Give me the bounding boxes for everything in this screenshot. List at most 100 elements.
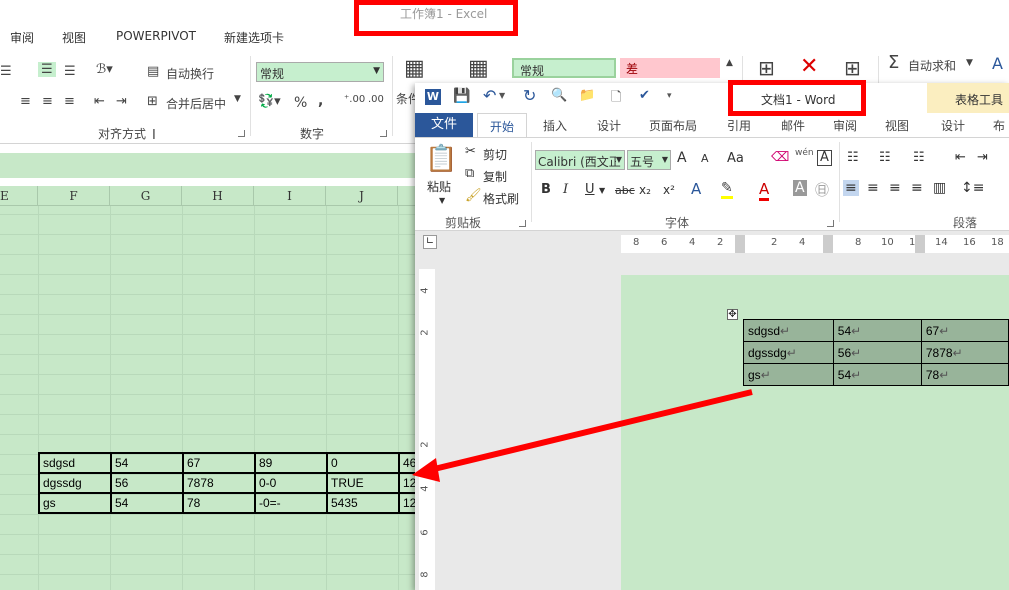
sort-filter-icon[interactable]: A: [992, 54, 1003, 73]
align-bottom-icon[interactable]: ☰: [64, 64, 76, 79]
align-right-icon[interactable]: ≡: [889, 180, 901, 196]
column-header-f[interactable]: F: [38, 186, 110, 206]
cell[interactable]: sdgsd: [38, 452, 112, 474]
align-center-icon[interactable]: ≡: [42, 94, 53, 109]
strikethrough-button[interactable]: abc: [615, 184, 635, 197]
column-header-j[interactable]: J: [326, 186, 398, 206]
cell[interactable]: 54↵: [832, 363, 922, 386]
ruler-column-marker[interactable]: [915, 235, 925, 253]
clipboard-dialog-launcher[interactable]: [519, 220, 526, 227]
cell[interactable]: -0=-: [254, 492, 328, 514]
line-spacing-icon[interactable]: ↕≡: [961, 180, 984, 196]
tab-home[interactable]: 开始: [477, 113, 528, 138]
cell[interactable]: 54: [110, 492, 184, 514]
align-center-icon[interactable]: ≡: [867, 180, 879, 196]
increase-indent-icon[interactable]: ⇥: [116, 94, 127, 109]
document-page[interactable]: ✥ sdgsd↵ 54↵ 67↵ dgssdg↵ 56↵ 7878↵ gs↵ 5…: [621, 275, 1009, 590]
decrease-indent-icon[interactable]: ⇤: [955, 150, 966, 165]
clear-formatting-icon[interactable]: ⌫: [771, 150, 789, 165]
percent-button[interactable]: %: [294, 95, 307, 111]
excel-tab-new[interactable]: 新建选项卡: [224, 29, 284, 46]
cell[interactable]: 67↵: [920, 319, 1009, 342]
tab-review[interactable]: 审阅: [833, 117, 857, 134]
cell[interactable]: gs: [38, 492, 112, 514]
multilevel-list-icon[interactable]: ☷: [913, 150, 925, 165]
cell[interactable]: 0: [326, 452, 400, 474]
column-header-i[interactable]: I: [254, 186, 326, 206]
enclose-char-icon[interactable]: ㊐: [815, 180, 829, 200]
open-icon[interactable]: 📁: [579, 88, 595, 103]
customize-toolbar-icon[interactable]: ▾: [667, 91, 672, 101]
undo-dropdown-icon[interactable]: ▼: [499, 91, 505, 100]
cell[interactable]: 0-0: [254, 472, 328, 494]
save-icon[interactable]: 💾: [453, 88, 470, 104]
style-normal[interactable]: 常规: [512, 58, 616, 78]
superscript-button[interactable]: x²: [663, 183, 675, 197]
autosum-icon[interactable]: Σ: [888, 52, 899, 73]
decrease-indent-icon[interactable]: ⇤: [94, 94, 105, 109]
italic-button[interactable]: I: [563, 182, 568, 197]
bold-button[interactable]: B: [541, 182, 551, 197]
wrap-text-button[interactable]: 自动换行: [166, 65, 214, 82]
cut-button[interactable]: 剪切: [483, 146, 507, 163]
increase-indent-icon[interactable]: ⇥: [977, 150, 988, 165]
align-right-icon[interactable]: ≡: [64, 94, 75, 109]
tab-table-design[interactable]: 设计: [941, 117, 965, 134]
ruler-indent-marker[interactable]: [735, 235, 745, 253]
paste-dropdown-icon[interactable]: ▼: [439, 196, 445, 205]
format-painter-button[interactable]: 格式刷: [483, 190, 519, 207]
underline-dropdown-icon[interactable]: ▼: [599, 186, 605, 195]
grow-font-button[interactable]: A: [677, 150, 687, 166]
font-name-select[interactable]: Calibri (西文正 ▼: [535, 150, 625, 170]
style-bad[interactable]: 差: [620, 58, 720, 78]
cell[interactable]: 7878: [182, 472, 256, 494]
cell[interactable]: 56: [110, 472, 184, 494]
delete-cells-icon[interactable]: ✕: [800, 54, 818, 79]
underline-button[interactable]: U: [585, 182, 595, 197]
worksheet-grid[interactable]: [0, 206, 420, 590]
align-top-icon[interactable]: ☰: [0, 64, 12, 79]
column-header-g[interactable]: G: [110, 186, 182, 206]
excel-tab-powerpivot[interactable]: POWERPIVOT: [116, 29, 196, 43]
char-border-button[interactable]: A: [817, 150, 832, 166]
number-dialog-launcher[interactable]: [380, 130, 387, 137]
align-middle-icon[interactable]: ☰: [38, 62, 56, 77]
cell[interactable]: 89: [254, 452, 328, 474]
currency-icon[interactable]: 💱▾: [258, 94, 281, 109]
numbering-icon[interactable]: ☷: [879, 150, 891, 165]
tab-view[interactable]: 视图: [885, 117, 909, 134]
cell[interactable]: 54↵: [832, 319, 922, 342]
styles-scroll-icon[interactable]: ▲: [726, 58, 733, 68]
cell[interactable]: 78: [182, 492, 256, 514]
redo-icon[interactable]: ↻: [523, 86, 536, 105]
number-format-select[interactable]: 常规 ▼: [256, 62, 384, 82]
justify-icon[interactable]: ≡: [911, 180, 923, 196]
cell[interactable]: 7878↵: [920, 341, 1009, 364]
text-effects-icon[interactable]: A: [691, 180, 701, 198]
change-case-button[interactable]: Aa: [727, 151, 744, 166]
cell[interactable]: dgssdg: [38, 472, 112, 494]
font-size-select[interactable]: 五号 ▼: [627, 150, 671, 170]
new-document-icon[interactable]: 🗋: [611, 88, 621, 110]
font-color-icon[interactable]: A: [759, 180, 770, 201]
print-preview-icon[interactable]: 🔍: [551, 88, 567, 103]
cell[interactable]: 67: [182, 452, 256, 474]
excel-tab-view[interactable]: 视图: [62, 29, 86, 46]
paste-button[interactable]: 粘贴: [427, 178, 451, 195]
cell[interactable]: 78↵: [920, 363, 1009, 386]
cell[interactable]: 56↵: [832, 341, 922, 364]
highlight-icon[interactable]: ✎: [721, 180, 733, 199]
tab-mailings[interactable]: 邮件: [781, 117, 805, 134]
tab-design[interactable]: 设计: [597, 117, 621, 134]
cell[interactable]: TRUE: [326, 472, 400, 494]
char-shading-icon[interactable]: A: [793, 180, 807, 196]
autosum-dropdown-icon[interactable]: ▼: [966, 58, 973, 68]
subscript-button[interactable]: x₂: [639, 183, 651, 197]
tab-file[interactable]: 文件: [415, 113, 473, 137]
cell[interactable]: 54: [110, 452, 184, 474]
ruler-column-marker[interactable]: [823, 235, 833, 253]
format-as-table-icon[interactable]: ▦: [468, 56, 489, 81]
insert-cells-icon[interactable]: ⊞: [758, 56, 775, 80]
phonetic-guide-button[interactable]: wén: [795, 148, 814, 158]
paste-icon[interactable]: 📋: [425, 144, 457, 174]
